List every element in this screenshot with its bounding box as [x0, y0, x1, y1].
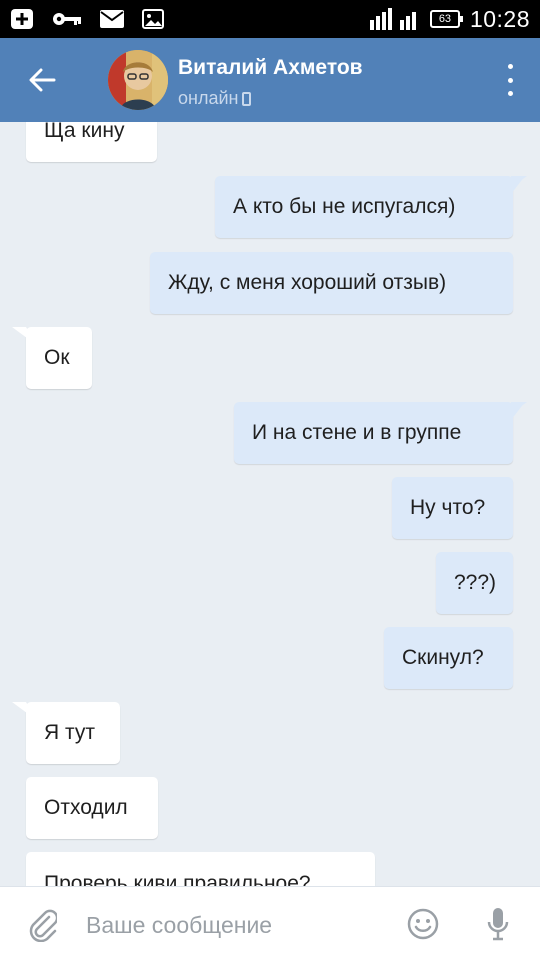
- chat-header: Виталий Ахметов онлайн: [0, 38, 540, 122]
- paperclip-icon: [29, 909, 57, 942]
- battery-icon: 63: [429, 10, 463, 28]
- contact-name[interactable]: Виталий Ахметов: [178, 56, 363, 80]
- message-text: И на стене и в группе: [252, 421, 462, 444]
- message-text: Скинул?: [402, 646, 484, 669]
- incoming-message[interactable]: Проверь киви правильное?: [26, 852, 375, 886]
- mail-icon: [100, 10, 124, 28]
- message-text: Жду, с меня хороший отзыв): [168, 271, 447, 294]
- incoming-message[interactable]: Ща кину: [26, 122, 157, 162]
- clock: 10:28: [469, 5, 530, 32]
- message-text: Проверь киви правильное?: [44, 872, 311, 886]
- message-text: ???): [454, 571, 497, 594]
- add-box-icon: [10, 8, 34, 30]
- message-text: А кто бы не испугался): [233, 195, 456, 218]
- more-options-button[interactable]: [502, 64, 518, 96]
- message-input[interactable]: [86, 905, 386, 945]
- composer-bar: [0, 886, 540, 960]
- status-text: онлайн: [178, 88, 239, 108]
- outgoing-message[interactable]: И на стене и в группе: [234, 402, 525, 464]
- back-button[interactable]: [22, 60, 62, 100]
- outgoing-message[interactable]: Ну что?: [392, 477, 513, 539]
- status-bar: 63 10:28: [0, 0, 540, 38]
- incoming-message[interactable]: Ок: [26, 327, 92, 389]
- outgoing-message[interactable]: Жду, с меня хороший отзыв): [150, 252, 513, 314]
- more-vertical-icon: [507, 64, 513, 69]
- incoming-message[interactable]: Отходил: [26, 777, 158, 839]
- signal-icon: [369, 8, 420, 30]
- microphone-icon: [487, 908, 509, 941]
- back-arrow-icon: [29, 68, 56, 92]
- key-icon: [52, 11, 82, 27]
- message-text: Ну что?: [410, 496, 486, 519]
- outgoing-message[interactable]: А кто бы не испугался): [215, 176, 525, 238]
- incoming-message[interactable]: Я тут: [26, 702, 120, 764]
- emoji-icon: [407, 908, 439, 940]
- message-text: Отходил: [44, 796, 128, 819]
- avatar[interactable]: [108, 50, 168, 110]
- emoji-button[interactable]: [406, 907, 440, 941]
- outgoing-message[interactable]: ???): [436, 552, 513, 614]
- message-text: Я тут: [44, 721, 95, 744]
- contact-status: онлайн: [178, 88, 252, 109]
- mobile-phone-icon: [242, 91, 252, 106]
- message-text: Ок: [44, 346, 70, 369]
- attach-button[interactable]: [24, 907, 60, 943]
- message-list[interactable]: Ща кину А кто бы не испугался) Жду, с ме…: [0, 122, 540, 886]
- voice-message-button[interactable]: [484, 905, 512, 943]
- outgoing-message[interactable]: Скинул?: [384, 627, 513, 689]
- image-icon: [142, 9, 164, 29]
- message-text: Ща кину: [44, 122, 125, 142]
- battery-level: 63: [438, 13, 452, 25]
